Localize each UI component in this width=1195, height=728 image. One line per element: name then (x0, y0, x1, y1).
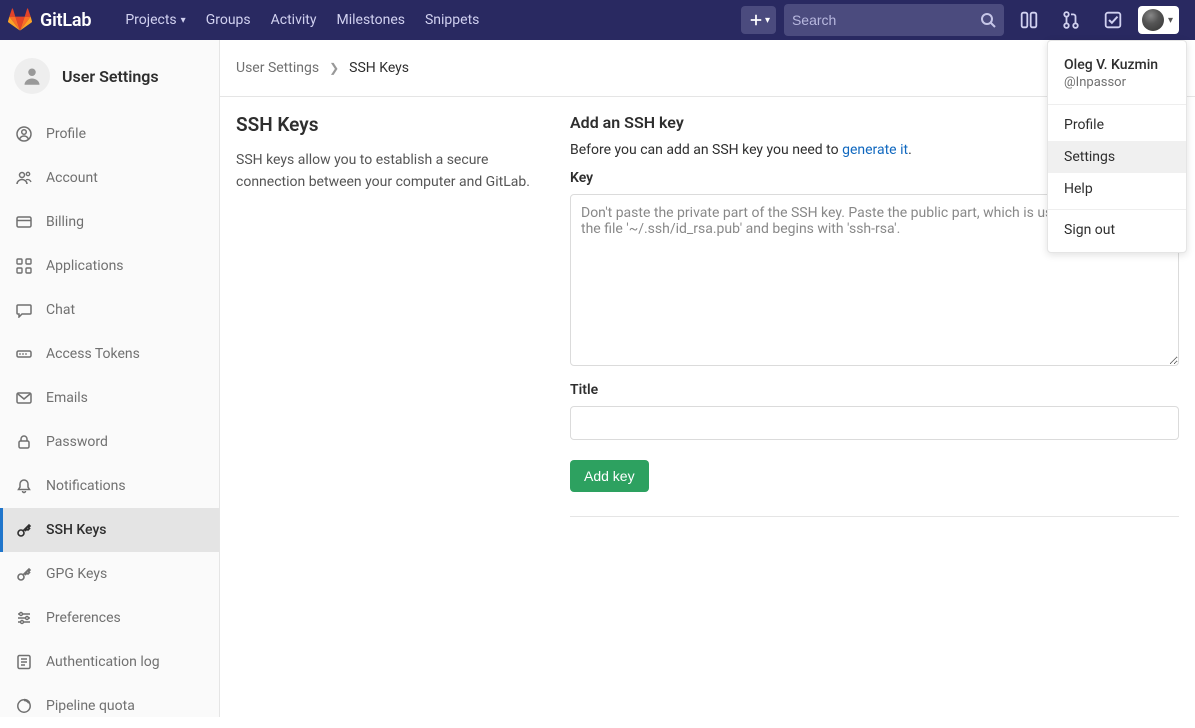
divider (570, 516, 1179, 517)
user-name: Oleg V. Kuzmin (1064, 57, 1170, 73)
page-intro: SSH Keys SSH keys allow you to establish… (236, 113, 546, 517)
chevron-down-icon: ▾ (765, 15, 770, 26)
token-icon (16, 346, 32, 362)
title-input[interactable] (570, 406, 1179, 440)
search-box[interactable] (784, 4, 1004, 36)
log-icon (16, 654, 32, 670)
chevron-down-icon: ▾ (181, 15, 186, 26)
sidebar-item-pipeline-quota[interactable]: Pipeline quota (0, 684, 219, 728)
sidebar-item-applications[interactable]: Applications (0, 244, 219, 288)
nav-snippets[interactable]: Snippets (415, 0, 489, 40)
user-menu-sign-out[interactable]: Sign out (1048, 214, 1186, 246)
credit-card-icon (16, 214, 32, 230)
sidebar-item-access-tokens[interactable]: Access Tokens (0, 332, 219, 376)
account-icon (16, 170, 32, 186)
user-menu-profile[interactable]: Profile (1048, 109, 1186, 141)
gitlab-logo-icon (8, 8, 32, 32)
sidebar-item-gpg-keys[interactable]: GPG Keys (0, 552, 219, 596)
sidebar-item-chat[interactable]: Chat (0, 288, 219, 332)
header-right: ▾ ▾ (741, 0, 1179, 40)
todos-icon[interactable] (1096, 0, 1130, 40)
search-icon (980, 12, 996, 28)
user-avatar-placeholder (14, 58, 50, 94)
sidebar-header[interactable]: User Settings (0, 40, 219, 112)
brand-label: GitLab (40, 10, 91, 31)
sidebar-item-ssh-keys[interactable]: SSH Keys (0, 508, 219, 552)
divider (1048, 209, 1186, 210)
sidebar-item-preferences[interactable]: Preferences (0, 596, 219, 640)
lock-icon (16, 434, 32, 450)
bell-icon (16, 478, 32, 494)
nav-groups[interactable]: Groups (196, 0, 261, 40)
title-label: Title (570, 382, 1179, 398)
breadcrumb-root[interactable]: User Settings (236, 60, 319, 76)
generate-link[interactable]: generate it (842, 142, 908, 158)
email-icon (16, 390, 32, 406)
nav-projects[interactable]: Projects▾ (115, 0, 195, 40)
user-avatar (1142, 9, 1164, 31)
chat-icon (16, 302, 32, 318)
sidebar-item-password[interactable]: Password (0, 420, 219, 464)
user-dropdown: Oleg V. Kuzmin @Inpassor Profile Setting… (1047, 40, 1187, 253)
top-header: GitLab Projects▾ Groups Activity Milesto… (0, 0, 1195, 40)
breadcrumb-current: SSH Keys (349, 60, 409, 76)
page-description: SSH keys allow you to establish a secure… (236, 150, 546, 193)
search-input[interactable] (792, 12, 980, 28)
brand[interactable]: GitLab (8, 8, 91, 32)
plus-icon (749, 13, 763, 27)
sidebar-nav: Profile Account Billing Applications Cha… (0, 112, 219, 728)
sidebar-item-auth-log[interactable]: Authentication log (0, 640, 219, 684)
divider (1048, 104, 1186, 105)
quota-icon (16, 698, 32, 714)
new-button[interactable]: ▾ (741, 6, 776, 34)
sidebar-item-billing[interactable]: Billing (0, 200, 219, 244)
preferences-icon (16, 610, 32, 626)
issues-icon[interactable] (1012, 0, 1046, 40)
key-icon (16, 566, 32, 582)
merge-requests-icon[interactable] (1054, 0, 1088, 40)
sidebar: User Settings Profile Account Billing Ap… (0, 40, 220, 717)
primary-nav: Projects▾ Groups Activity Milestones Sni… (115, 0, 489, 40)
nav-activity[interactable]: Activity (261, 0, 327, 40)
user-menu-help[interactable]: Help (1048, 173, 1186, 205)
applications-icon (16, 258, 32, 274)
sidebar-item-account[interactable]: Account (0, 156, 219, 200)
user-menu-button[interactable]: ▾ (1138, 6, 1179, 34)
user-handle: @Inpassor (1064, 75, 1170, 90)
nav-milestones[interactable]: Milestones (326, 0, 415, 40)
chevron-right-icon: ❯ (329, 61, 339, 75)
sidebar-item-notifications[interactable]: Notifications (0, 464, 219, 508)
page-title: SSH Keys (236, 113, 546, 136)
user-dropdown-header: Oleg V. Kuzmin @Inpassor (1048, 47, 1186, 100)
profile-icon (16, 126, 32, 142)
key-icon (16, 522, 32, 538)
sidebar-item-profile[interactable]: Profile (0, 112, 219, 156)
add-key-button[interactable]: Add key (570, 460, 649, 492)
user-menu-settings[interactable]: Settings (1048, 141, 1186, 173)
sidebar-item-emails[interactable]: Emails (0, 376, 219, 420)
chevron-down-icon: ▾ (1168, 15, 1173, 26)
sidebar-title: User Settings (62, 67, 159, 86)
